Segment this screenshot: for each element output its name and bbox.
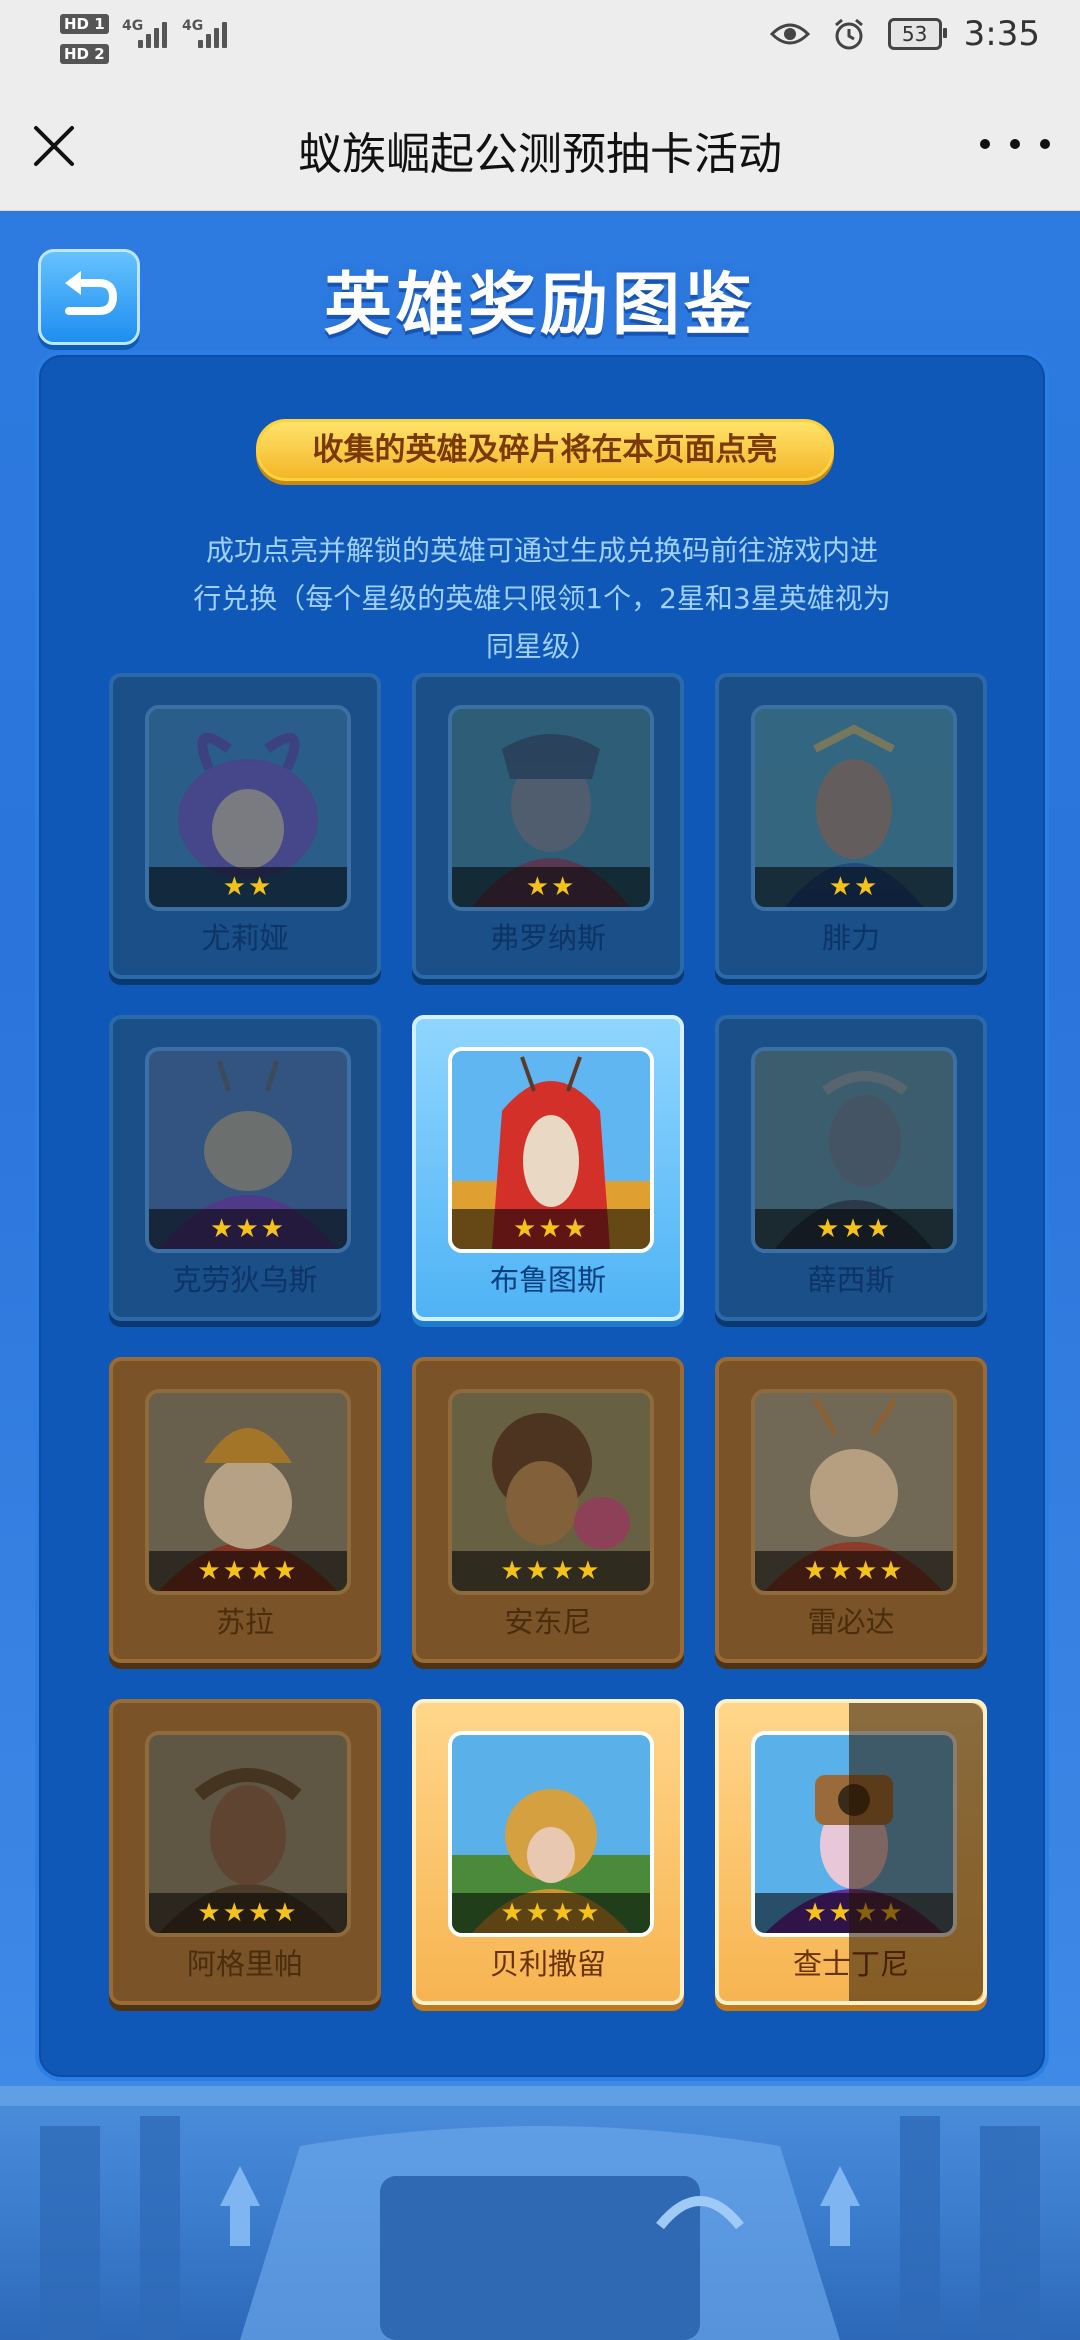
hero-portrait-frame: ★★★★	[448, 1731, 654, 1937]
description-line: 成功点亮并解锁的英雄可通过生成兑换码前往游戏内进	[205, 534, 878, 567]
hero-stars: ★★★	[452, 1209, 650, 1249]
hero-portrait-frame: ★★★	[751, 1047, 957, 1253]
hero-name: 阿格里帕	[186, 1947, 303, 1981]
activity-page: 英雄奖励图鉴 收集的英雄及碎片将在本页面点亮 成功点亮并解锁的英雄可通过生成兑换…	[0, 211, 1080, 2086]
alarm-icon	[834, 18, 863, 50]
hero-portrait-frame: ★★★	[448, 1047, 654, 1253]
hero-card-beilisaliu[interactable]: ★★★★ 贝利撒留	[412, 1699, 684, 2005]
hero-card-youliya[interactable]: ★★ 尤莉娅	[109, 673, 381, 979]
signal-icon-2	[198, 22, 227, 48]
section-title: 英雄奖励图鉴	[323, 266, 756, 345]
sim-indicators: HD 1 HD 2	[60, 10, 109, 68]
battery-icon: 53	[887, 18, 947, 50]
hero-name: 弗罗纳斯	[489, 921, 606, 955]
info-banner: 收集的英雄及碎片将在本页面点亮	[256, 419, 834, 481]
castle-background	[0, 2086, 1080, 2340]
hero-stars: ★★★★	[452, 1551, 650, 1591]
hero-stars: ★★★★	[452, 1893, 650, 1933]
more-dot-icon	[980, 139, 990, 149]
hero-stars: ★★★★	[149, 1551, 347, 1591]
castle-illustration-icon	[0, 2086, 1080, 2340]
hero-portrait-frame: ★★★★	[145, 1731, 351, 1937]
sim1-label: HD 1	[60, 14, 109, 34]
hero-card-leibida[interactable]: ★★★★ 雷必达	[715, 1357, 987, 1663]
hero-stars: ★★★	[755, 1209, 953, 1249]
hero-portrait-frame: ★★★	[145, 1047, 351, 1253]
hero-stars: ★★★	[149, 1209, 347, 1249]
hero-portrait-frame: ★★	[145, 705, 351, 911]
hero-stars: ★★	[149, 867, 347, 907]
hero-stars: ★★★★	[755, 1551, 953, 1591]
hero-card-klaodiwusi[interactable]: ★★★ 克劳狄乌斯	[109, 1015, 381, 1321]
hero-collection-panel: 收集的英雄及碎片将在本页面点亮 成功点亮并解锁的英雄可通过生成兑换码前往游戏内进…	[35, 351, 1049, 2081]
hero-name: 腓力	[821, 921, 880, 955]
hero-portrait-frame: ★★	[448, 705, 654, 911]
status-bar: HD 1 HD 2 4G 4G 53 3:35	[0, 0, 1080, 78]
hero-card-buluotusi[interactable]: ★★★ 布鲁图斯	[412, 1015, 684, 1321]
description-line: 行兑换（每个星级的英雄只限领1个，2星和3星英雄视为	[193, 582, 891, 615]
hero-stars: ★★	[452, 867, 650, 907]
hero-portrait-frame: ★★	[751, 705, 957, 911]
hero-card-fuluonasi[interactable]: ★★ 弗罗纳斯	[412, 673, 684, 979]
hero-name: 克劳狄乌斯	[172, 1263, 318, 1297]
page-title: 蚁族崛起公测预抽卡活动	[298, 129, 782, 180]
eye-icon	[769, 23, 810, 45]
hero-name: 贝利撒留	[489, 1947, 606, 1981]
battery-level: 53	[901, 22, 928, 46]
hero-name: 薛西斯	[807, 1263, 895, 1297]
hero-stars: ★★	[755, 867, 953, 907]
hero-portrait-frame: ★★★★	[448, 1389, 654, 1595]
more-options-button[interactable]	[980, 116, 1050, 172]
hero-card-chashidingni[interactable]: ★★★★ 查士丁尼	[715, 1699, 987, 2005]
description-text: 成功点亮并解锁的英雄可通过生成兑换码前往游戏内进 行兑换（每个星级的英雄只限领1…	[129, 527, 955, 671]
hero-card-agelipa[interactable]: ★★★★ 阿格里帕	[109, 1699, 381, 2005]
hero-portrait-frame: ★★★★	[751, 1389, 957, 1595]
hero-name: 雷必达	[807, 1605, 895, 1639]
hero-card-xuexisi[interactable]: ★★★ 薛西斯	[715, 1015, 987, 1321]
hero-card-feili[interactable]: ★★ 腓力	[715, 673, 987, 979]
hero-card-andongni[interactable]: ★★★★ 安东尼	[412, 1357, 684, 1663]
hero-portrait-frame: ★★★★	[145, 1389, 351, 1595]
description-line: 同星级）	[485, 630, 598, 663]
hero-name: 安东尼	[504, 1605, 592, 1639]
signal-icon-1	[138, 22, 167, 48]
clock: 3:35	[963, 14, 1040, 54]
hero-name: 布鲁图斯	[489, 1263, 606, 1297]
more-dot-icon	[1040, 139, 1050, 149]
title-bar: 蚁族崛起公测预抽卡活动	[0, 78, 1080, 211]
hero-name: 苏拉	[215, 1605, 274, 1639]
partial-lock-overlay	[849, 1703, 983, 2001]
hero-name: 尤莉娅	[201, 921, 289, 955]
hero-card-sula[interactable]: ★★★★ 苏拉	[109, 1357, 381, 1663]
sim2-label: HD 2	[60, 44, 109, 64]
more-dot-icon	[1010, 139, 1020, 149]
hero-stars: ★★★★	[149, 1893, 347, 1933]
